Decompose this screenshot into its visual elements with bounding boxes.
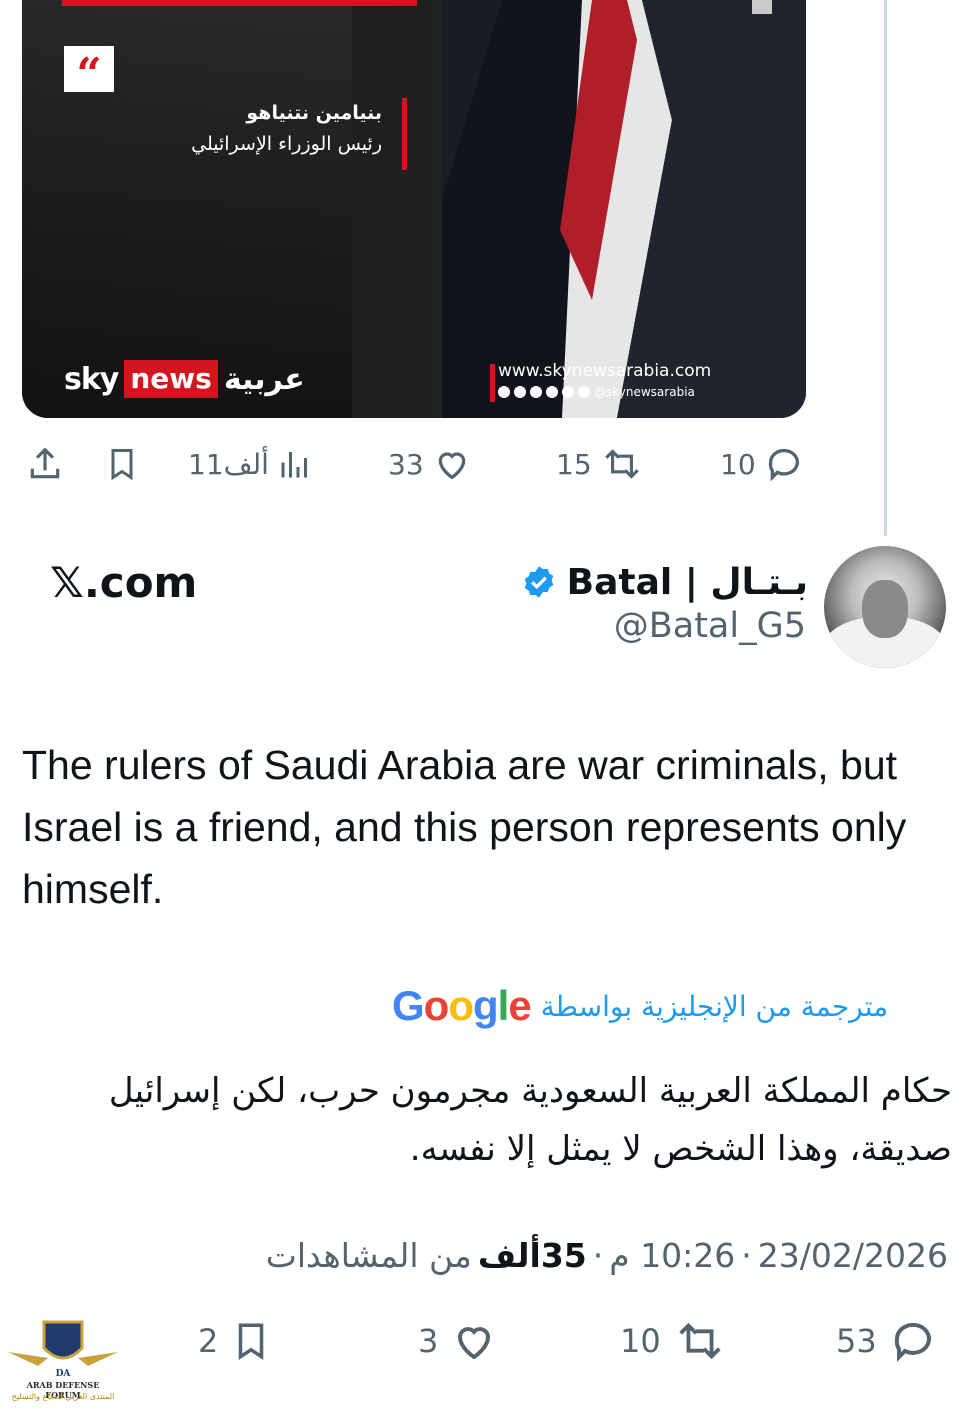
telegram-icon: [530, 386, 542, 398]
views-button[interactable]: 11ألف: [188, 440, 313, 488]
author-name-row[interactable]: Batal | بـتـال: [524, 558, 808, 606]
watermark-subtitle: المنتدى العربي للدفاع والتسليح: [11, 1392, 115, 1401]
like-count: 3: [418, 1322, 439, 1360]
avatar-face: [862, 580, 908, 638]
bookmark-count: 2: [198, 1322, 219, 1360]
logo-news-text: news: [124, 360, 218, 398]
thread-line: [884, 0, 887, 536]
reply-icon: [889, 1317, 937, 1365]
quoted-tweet-actions: 11ألف 33 15 10: [0, 440, 830, 488]
tweet-meta: 23/02/2026 · 10:26 م · 35ألف من المشاهدا…: [200, 1228, 948, 1282]
repost-icon: [673, 1317, 727, 1365]
reply-button[interactable]: 10: [720, 440, 804, 488]
heart-icon: [432, 444, 472, 484]
share-icon: [26, 445, 64, 483]
meta-separator: ·: [741, 1235, 752, 1275]
sky-news-arabia-logo: sky news عربية: [64, 356, 305, 402]
reply-count: 10: [720, 447, 756, 481]
views-label: من المشاهدات: [265, 1235, 472, 1275]
repost-button[interactable]: 10: [620, 1312, 727, 1370]
social-row: @skynewsarabia: [498, 385, 798, 399]
heart-icon: [450, 1317, 498, 1365]
tweet-time[interactable]: 10:26 م: [609, 1236, 735, 1275]
instagram-icon: [546, 386, 558, 398]
reply-icon: [764, 444, 804, 484]
repost-count: 15: [556, 447, 592, 481]
translated-text: حكام المملكة العربية السعودية مجرمون حرب…: [108, 1071, 952, 1169]
reply-button[interactable]: 53: [836, 1312, 937, 1370]
source-label: 𝕏.com: [50, 558, 198, 607]
bookmark-icon: [104, 445, 140, 483]
site-info: www.skynewsarabia.com @skynewsarabia: [490, 360, 798, 402]
translated-by-google[interactable]: مترجمة من الإنجليزية بواسطة Google: [392, 978, 948, 1034]
avatar[interactable]: [824, 546, 946, 668]
meta-separator: ·: [592, 1235, 604, 1275]
bookmark-button[interactable]: 2: [198, 1312, 272, 1370]
site-url: www.skynewsarabia.com: [498, 361, 712, 381]
quoted-media-image[interactable]: “ بنيامين نتنياهو رئيس الوزراء الإسرائيل…: [22, 0, 806, 418]
speaker-caption: بنيامين نتنياهو رئيس الوزراء الإسرائيلي: [142, 98, 394, 160]
display-name: Batal | بـتـال: [566, 561, 808, 603]
like-button[interactable]: 3: [418, 1312, 498, 1370]
social-handle: @skynewsarabia: [594, 385, 695, 399]
tweet-actions: 2 3 10 53: [0, 1312, 968, 1370]
speaker-name: بنيامين نتنياهو: [246, 102, 382, 124]
author-handle[interactable]: @Batal_G5: [560, 606, 806, 646]
bookmark-icon: [230, 1318, 272, 1364]
analytics-icon: [277, 446, 313, 482]
x-icon: [514, 386, 526, 398]
like-button[interactable]: 33: [388, 440, 472, 488]
repost-count: 10: [620, 1322, 661, 1360]
google-logo-icon: Google: [392, 982, 532, 1029]
views-count: 11ألف: [188, 447, 269, 481]
repost-icon: [600, 444, 644, 484]
reply-count: 53: [836, 1322, 877, 1360]
tweet-date[interactable]: 23/02/2026: [758, 1236, 948, 1275]
share-button[interactable]: [26, 440, 64, 488]
top-red-bar: [62, 0, 417, 6]
site-red-mark: [490, 364, 495, 402]
logo-arabic-text: عربية: [223, 361, 305, 397]
youtube-icon: [562, 386, 574, 398]
logo-sky-text: sky: [64, 361, 119, 397]
quote-mark-icon: “: [64, 46, 114, 100]
bookmark-button[interactable]: [104, 440, 140, 488]
views-count[interactable]: 35ألف: [478, 1236, 587, 1275]
speaker-red-bar: [402, 98, 407, 170]
repost-button[interactable]: 15: [556, 440, 644, 488]
tiktok-icon: [578, 386, 590, 398]
tweet-text: The rulers of Saudi Arabia are war crimi…: [22, 742, 907, 912]
forum-watermark: DA ARAB DEFENSE FORUM المنتدى العربي للد…: [8, 1318, 118, 1406]
forum-shield-icon: DA: [8, 1320, 118, 1379]
facebook-icon: [498, 386, 510, 398]
translated-label: مترجمة من الإنجليزية بواسطة: [540, 989, 889, 1023]
speaker-role: رئيس الوزراء الإسرائيلي: [191, 133, 382, 155]
suit-illustration: [442, 0, 806, 418]
verified-badge-icon: [521, 564, 557, 600]
like-count: 33: [388, 447, 424, 481]
watermark-logo-letters: DA: [56, 1369, 72, 1379]
